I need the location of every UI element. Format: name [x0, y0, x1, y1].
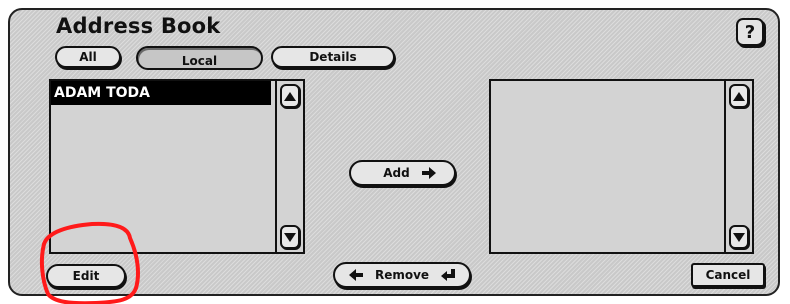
local-contacts-list[interactable]: ADAM TODA: [49, 79, 305, 254]
tab-all[interactable]: All: [55, 46, 121, 68]
arrow-right-icon: [421, 167, 436, 179]
add-button[interactable]: Add: [349, 160, 456, 186]
tab-local[interactable]: Local: [136, 46, 263, 70]
tab-local-label: Local: [181, 54, 218, 68]
tab-details-label: Details: [309, 50, 357, 64]
cancel-button[interactable]: Cancel: [691, 263, 765, 287]
left-scrollbar[interactable]: [275, 81, 303, 252]
remove-button-label: Remove: [374, 268, 430, 282]
tab-details[interactable]: Details: [271, 46, 395, 68]
left-scroll-down-button[interactable]: [280, 225, 300, 249]
dialog-title: Address Book: [56, 14, 221, 38]
edit-button[interactable]: Edit: [46, 264, 126, 288]
cancel-button-label: Cancel: [705, 268, 751, 282]
triangle-down-icon: [733, 232, 745, 242]
edit-button-label: Edit: [72, 269, 100, 283]
right-scroll-down-button[interactable]: [729, 225, 749, 249]
triangle-up-icon: [733, 91, 745, 101]
tab-all-label: All: [79, 50, 97, 64]
list-item[interactable]: ADAM TODA: [51, 81, 271, 105]
add-button-label: Add: [383, 166, 410, 180]
arrow-left-icon: [348, 269, 363, 281]
remove-button[interactable]: Remove: [333, 262, 471, 288]
selected-contacts-list[interactable]: [489, 79, 754, 254]
right-scroll-up-button[interactable]: [729, 84, 749, 108]
triangle-down-icon: [284, 232, 296, 242]
contact-name: ADAM TODA: [54, 85, 151, 101]
return-arrow-icon: [441, 269, 456, 281]
help-button[interactable]: ?: [736, 18, 764, 46]
right-scrollbar[interactable]: [724, 81, 752, 252]
left-scroll-up-button[interactable]: [280, 84, 300, 108]
help-icon: ?: [744, 21, 756, 43]
triangle-up-icon: [284, 91, 296, 101]
